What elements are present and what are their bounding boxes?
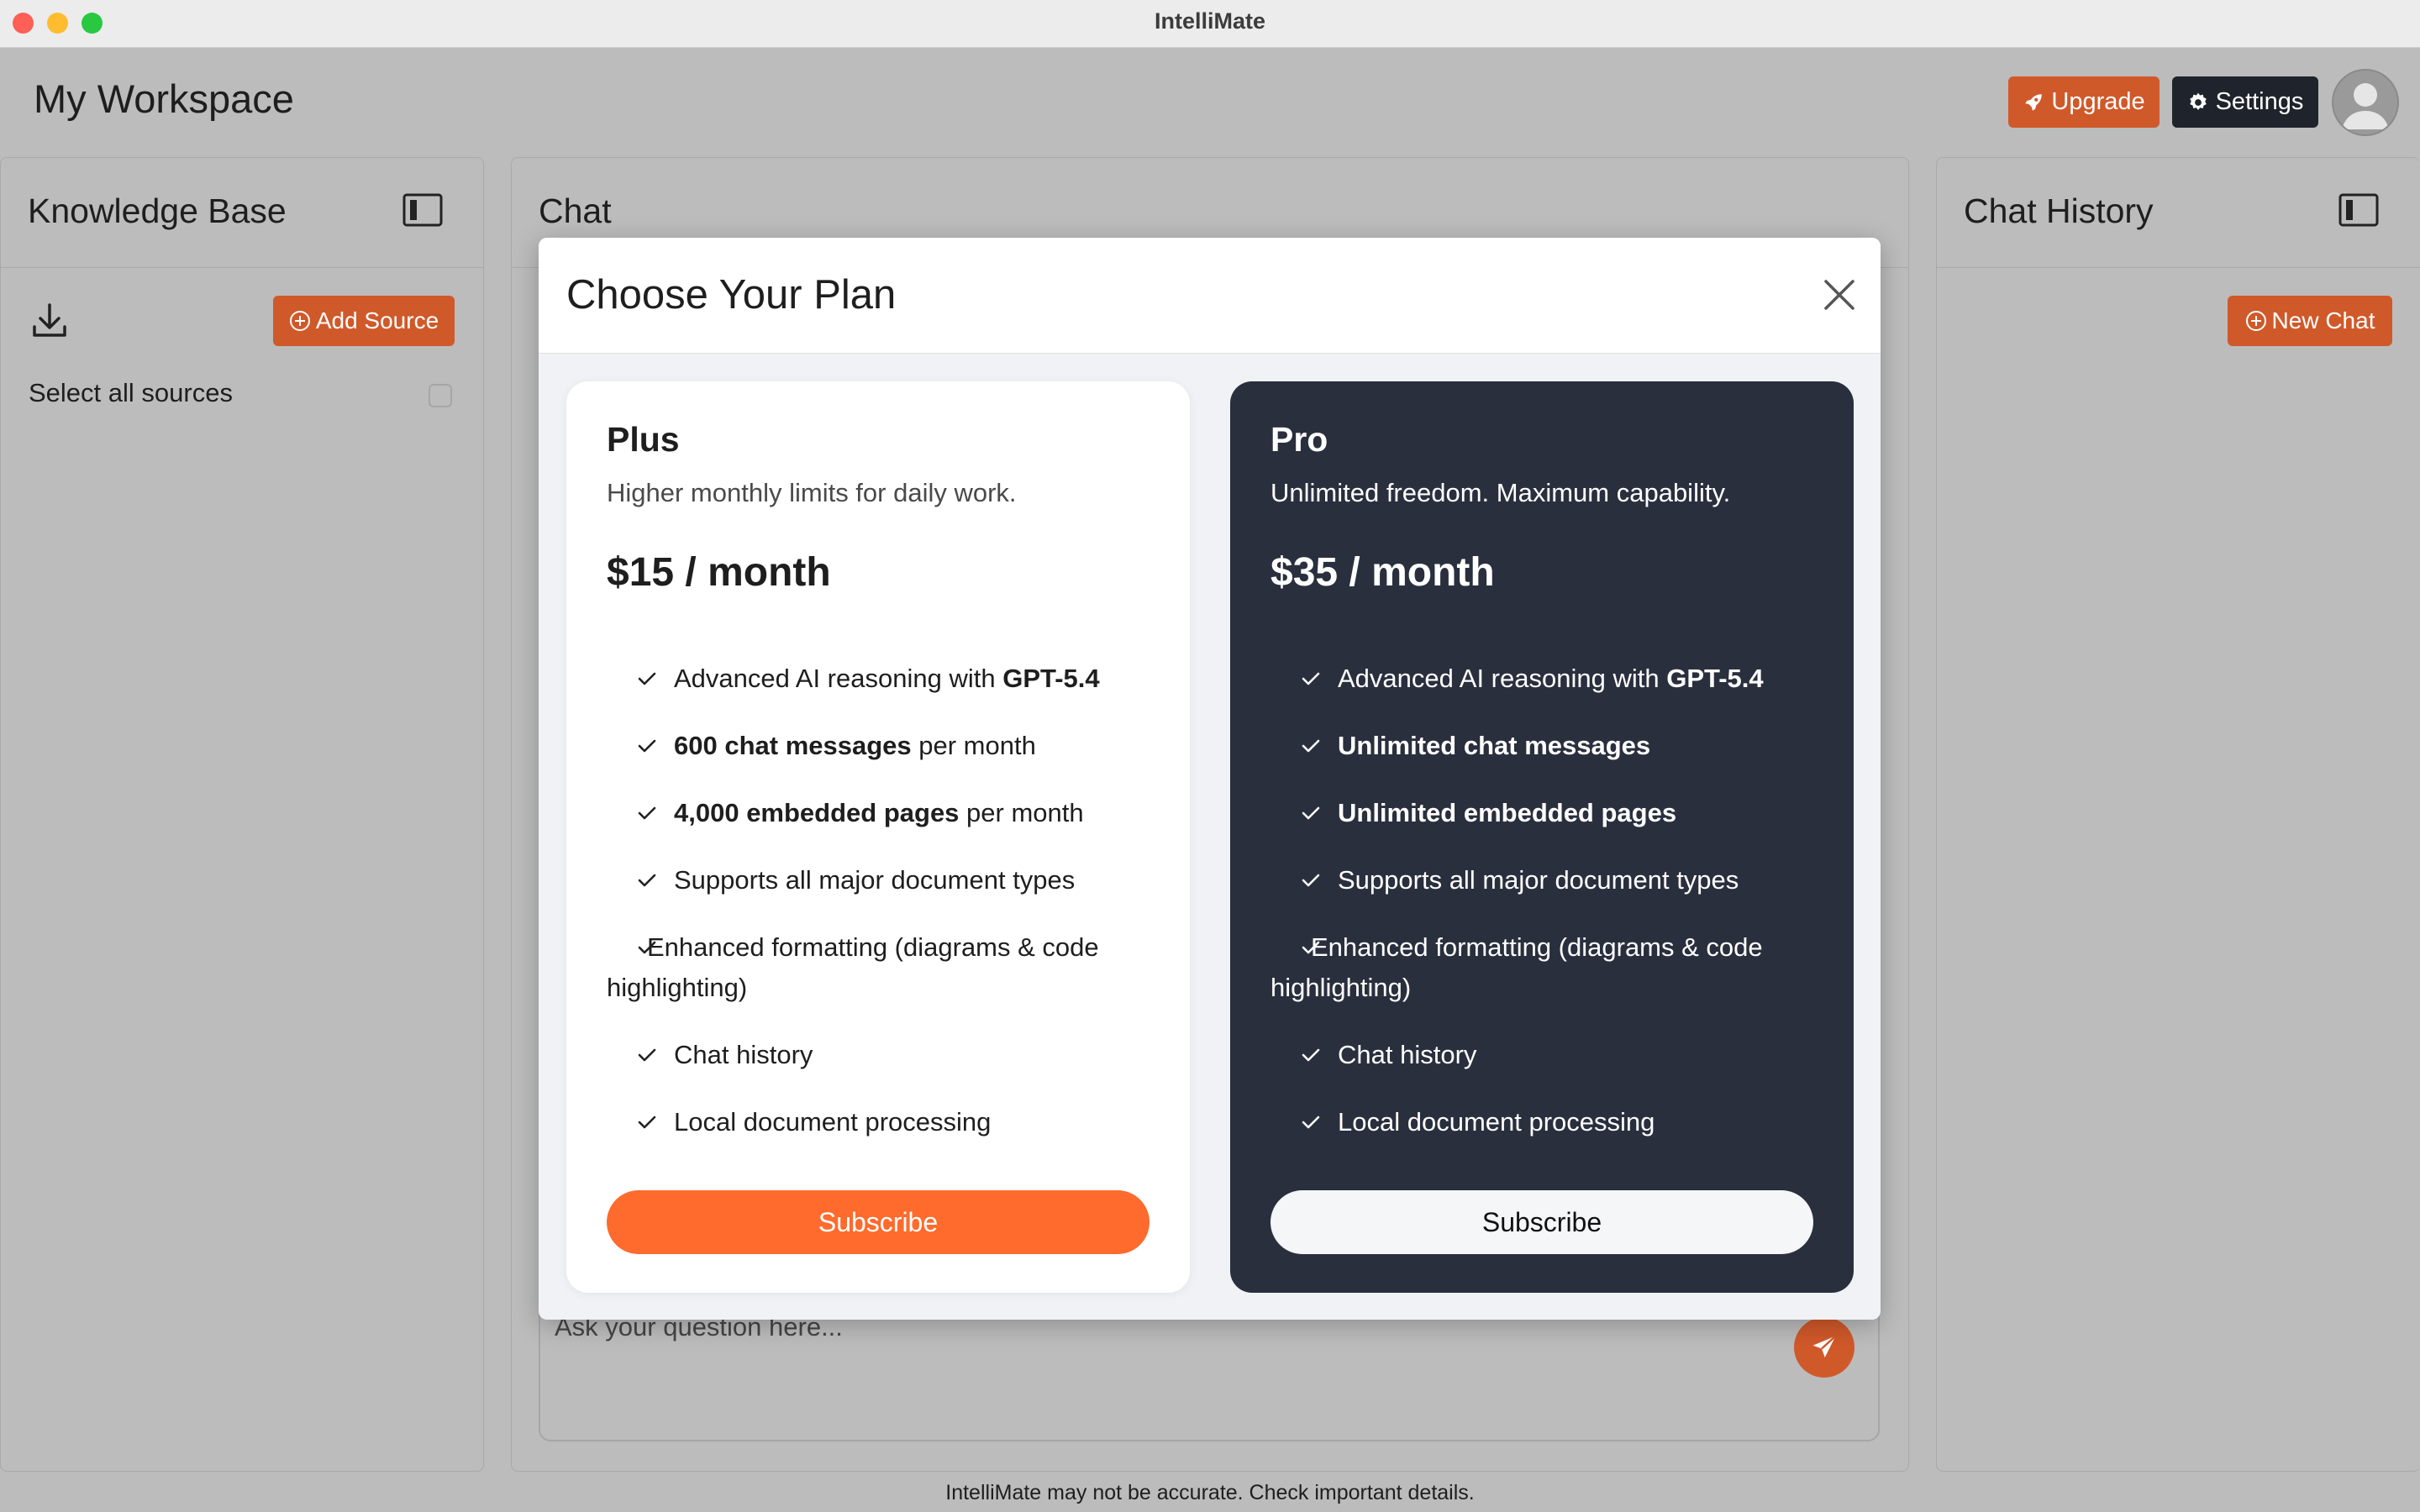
- check-icon: [1302, 1116, 1320, 1129]
- feature-item: Enhanced formatting (diagrams & code hig…: [1270, 932, 1763, 1002]
- modal-title: Choose Your Plan: [566, 272, 897, 318]
- check-icon: [638, 806, 656, 820]
- modal-header: Choose Your Plan: [539, 238, 1881, 354]
- check-icon: [1302, 739, 1320, 753]
- close-icon[interactable]: [1821, 276, 1858, 313]
- check-icon: [1302, 672, 1320, 685]
- window-titlebar: IntelliMate: [0, 0, 2420, 48]
- feature-item: 600 chat messages per month: [634, 726, 1155, 766]
- plan-description: Higher monthly limits for daily work.: [607, 478, 1017, 507]
- plan-card-pro: Pro Unlimited freedom. Maximum capabilit…: [1230, 381, 1854, 1293]
- plan-description: Unlimited freedom. Maximum capability.: [1270, 478, 1731, 507]
- new-chat-label: New Chat: [2271, 307, 2375, 333]
- plan-price: $15 / month: [607, 550, 831, 595]
- feature-item: Unlimited embedded pages: [1297, 793, 1818, 833]
- feature-item: Local document processing: [634, 1102, 1155, 1142]
- plus-circle-icon: [2245, 311, 2266, 331]
- select-all-label: Select all sources: [29, 378, 233, 407]
- download-icon[interactable]: [29, 300, 71, 342]
- check-icon: [1302, 806, 1320, 820]
- add-source-button[interactable]: Add Source: [273, 296, 455, 346]
- settings-button[interactable]: Settings: [2172, 76, 2318, 128]
- knowledge-base-title: Knowledge Base: [28, 192, 287, 230]
- user-avatar-icon[interactable]: [2332, 69, 2399, 136]
- feature-item: Chat history: [1297, 1035, 1818, 1075]
- send-icon: [1812, 1335, 1837, 1357]
- feature-item: Enhanced formatting (diagrams & code hig…: [607, 932, 1099, 1002]
- plan-name: Pro: [1270, 420, 1328, 459]
- sidebar-toggle-icon[interactable]: [402, 193, 443, 227]
- check-icon: [638, 739, 656, 753]
- upgrade-label: Upgrade: [2051, 88, 2145, 115]
- check-icon: [638, 874, 656, 887]
- plan-card-plus: Plus Higher monthly limits for daily wor…: [566, 381, 1190, 1293]
- add-source-label: Add Source: [315, 307, 439, 333]
- check-icon: [638, 1048, 656, 1062]
- knowledge-base-header: Knowledge Base: [1, 158, 483, 268]
- sidebar-toggle-icon[interactable]: [2338, 193, 2379, 227]
- subscribe-pro-button[interactable]: Subscribe: [1270, 1190, 1813, 1254]
- feature-list: Advanced AI reasoning with GPT-5.4 Unlim…: [1270, 659, 1818, 1169]
- feature-item: 4,000 embedded pages per month: [634, 793, 1155, 833]
- chat-history-header: Chat History: [1937, 158, 2420, 268]
- subscribe-plus-button[interactable]: Subscribe: [607, 1190, 1150, 1254]
- feature-item: Unlimited chat messages: [1297, 726, 1818, 766]
- feature-item: Advanced AI reasoning with GPT-5.4: [1297, 659, 1818, 699]
- gear-icon: [2189, 92, 2207, 110]
- chat-history-panel: Chat History: [1936, 157, 2420, 1472]
- chat-title: Chat: [539, 192, 612, 230]
- plan-modal: Choose Your Plan Plus Higher monthly lim…: [539, 238, 1881, 1320]
- send-button[interactable]: [1794, 1317, 1854, 1378]
- select-all-checkbox[interactable]: [429, 384, 452, 407]
- check-icon: [638, 1116, 656, 1129]
- feature-item: Chat history: [634, 1035, 1155, 1075]
- feature-list: Advanced AI reasoning with GPT-5.4 600 c…: [607, 659, 1155, 1169]
- check-icon: [1302, 1048, 1320, 1062]
- knowledge-base-panel: Knowledge Base: [0, 157, 484, 1472]
- feature-item: Supports all major document types: [1297, 860, 1818, 900]
- plus-circle-icon: [289, 311, 310, 331]
- check-icon: [638, 672, 656, 685]
- plan-name: Plus: [607, 420, 680, 459]
- check-icon: [1302, 874, 1320, 887]
- feature-item: Supports all major document types: [634, 860, 1155, 900]
- rocket-icon: [2025, 93, 2043, 111]
- new-chat-button[interactable]: New Chat: [2228, 296, 2392, 346]
- check-icon: [1302, 941, 1320, 954]
- feature-item: Advanced AI reasoning with GPT-5.4: [634, 659, 1155, 699]
- check-icon: [638, 941, 656, 954]
- disclaimer-text: IntelliMate may not be accurate. Check i…: [945, 1481, 1475, 1504]
- plan-price: $35 / month: [1270, 550, 1495, 595]
- chat-history-title: Chat History: [1964, 192, 2154, 230]
- workspace-title: My Workspace: [34, 76, 294, 121]
- feature-item: Local document processing: [1297, 1102, 1818, 1142]
- upgrade-button[interactable]: Upgrade: [2008, 76, 2160, 128]
- settings-label: Settings: [2215, 88, 2304, 115]
- window-title: IntelliMate: [1154, 8, 1266, 34]
